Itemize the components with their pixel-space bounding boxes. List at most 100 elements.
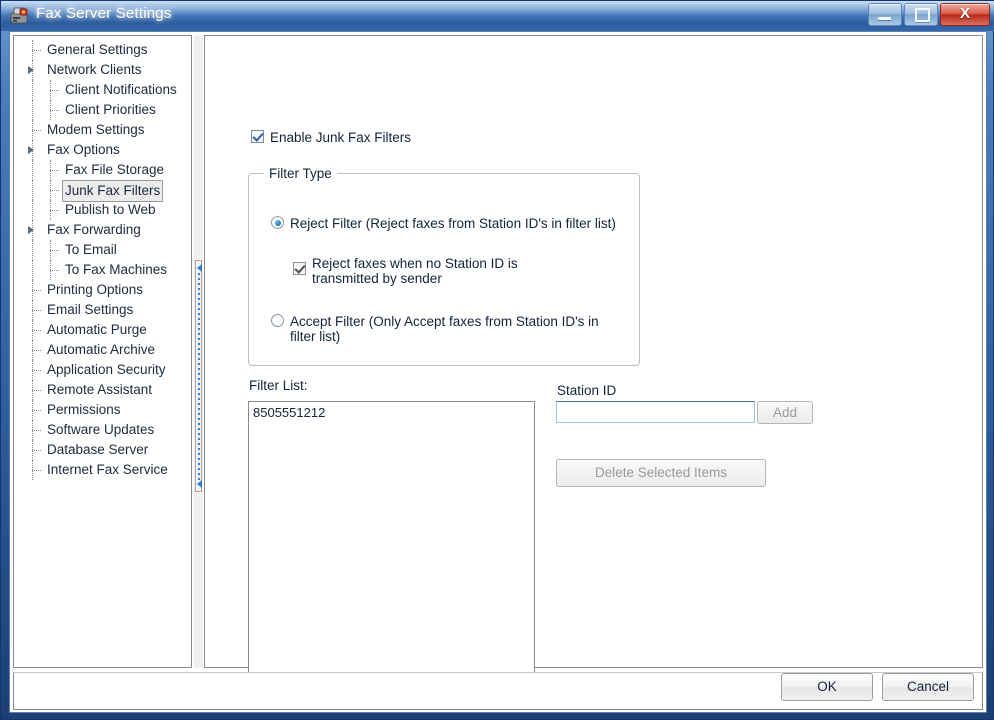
sidebar-item-label: Fax File Storage <box>65 162 165 177</box>
close-icon: X <box>959 5 970 22</box>
minimize-button[interactable] <box>868 3 902 26</box>
sidebar-item-label: Permissions <box>47 402 121 417</box>
tree-guide-line <box>32 240 33 260</box>
sidebar-item-to-fax-machines[interactable]: To Fax Machines <box>14 260 191 280</box>
client-area: General Settings Network Clients Client No… <box>9 31 987 713</box>
sidebar-item-label: Junk Fax Filters <box>62 180 164 202</box>
sidebar-item-label: Modem Settings <box>47 122 145 137</box>
tree-guide-line <box>32 100 33 120</box>
sidebar-item-client-priorities[interactable]: Client Priorities <box>14 100 191 120</box>
tree-connector-icon <box>32 330 41 331</box>
sidebar-item-modem-settings[interactable]: Modem Settings <box>14 120 191 140</box>
sidebar-splitter[interactable] <box>194 35 203 668</box>
expand-collapse-arrow-icon[interactable] <box>28 226 34 234</box>
filter-list-box[interactable]: 8505551212 <box>248 401 535 688</box>
splitter-grip-dots <box>198 273 200 481</box>
cancel-button[interactable]: Cancel <box>882 673 974 701</box>
list-item[interactable]: 8505551212 <box>249 402 534 420</box>
accept-filter-radio[interactable] <box>271 314 284 327</box>
filter-type-legend: Filter Type <box>264 166 337 181</box>
sidebar-item-label: Database Server <box>47 442 149 457</box>
sidebar-item-fax-file-storage[interactable]: Fax File Storage <box>14 160 191 180</box>
sidebar-item-client-notifications[interactable]: Client Notifications <box>14 80 191 100</box>
sidebar-item-software-updates[interactable]: Software Updates <box>14 420 191 440</box>
close-button[interactable]: X <box>940 3 990 26</box>
sidebar-item-label: Automatic Purge <box>47 322 147 337</box>
tree-guide-line <box>32 160 33 180</box>
sidebar-item-label: Client Notifications <box>65 82 177 97</box>
tree-connector-icon <box>32 310 41 311</box>
sidebar-item-label: Client Priorities <box>65 102 156 117</box>
sidebar-item-junk-fax-filters[interactable]: Junk Fax Filters <box>14 180 191 202</box>
sidebar-item-label: Network Clients <box>47 62 142 77</box>
tree-guide-line <box>32 200 33 220</box>
reject-filter-radio[interactable] <box>271 216 284 229</box>
ok-button[interactable]: OK <box>781 673 873 701</box>
tree-connector-icon <box>32 430 41 431</box>
sidebar-item-publish-to-web[interactable]: Publish to Web <box>14 200 191 220</box>
tree-connector-icon <box>32 370 41 371</box>
settings-tree[interactable]: General Settings Network Clients Client No… <box>13 35 192 668</box>
splitter-collapse-up-icon[interactable] <box>197 264 202 272</box>
sidebar-item-network-clients[interactable]: Network Clients <box>14 60 191 80</box>
sidebar-item-label: Email Settings <box>47 302 134 317</box>
sidebar-item-database-server[interactable]: Database Server <box>14 440 191 460</box>
tree-connector-icon <box>32 470 41 471</box>
tree-connector-icon <box>32 410 41 411</box>
sidebar-item-label: Publish to Web <box>65 202 156 217</box>
delete-selected-items-button[interactable]: Delete Selected Items <box>556 459 766 487</box>
station-id-input[interactable] <box>556 401 755 423</box>
sidebar-item-permissions[interactable]: Permissions <box>14 400 191 420</box>
tree-root: General Settings Network Clients Client No… <box>14 36 191 480</box>
sidebar-item-automatic-archive[interactable]: Automatic Archive <box>14 340 191 360</box>
sidebar-item-automatic-purge[interactable]: Automatic Purge <box>14 320 191 340</box>
tree-guide-line <box>32 180 33 200</box>
sidebar-item-application-security[interactable]: Application Security <box>14 360 191 380</box>
splitter-collapse-down-icon[interactable] <box>197 480 202 488</box>
enable-junk-fax-filters-checkbox[interactable] <box>251 130 264 143</box>
station-id-label: Station ID <box>557 383 617 398</box>
reject-no-station-id-row[interactable]: Reject faxes when no Station ID is trans… <box>293 256 523 286</box>
add-button[interactable]: Add <box>757 401 813 424</box>
sidebar-item-printing-options[interactable]: Printing Options <box>14 280 191 300</box>
tree-connector-icon <box>50 210 59 211</box>
title-bar[interactable]: Fax Server Settings X <box>1 1 994 31</box>
sidebar-item-to-email[interactable]: To Email <box>14 240 191 260</box>
sidebar-item-internet-fax-service[interactable]: Internet Fax Service <box>14 460 191 480</box>
window-title: Fax Server Settings <box>36 5 172 22</box>
sidebar-item-email-settings[interactable]: Email Settings <box>14 300 191 320</box>
enable-junk-fax-filters-row[interactable]: Enable Junk Fax Filters <box>251 130 411 145</box>
sidebar-item-label: To Fax Machines <box>65 262 168 277</box>
sidebar-item-label: Fax Forwarding <box>47 222 141 237</box>
sidebar-item-general-settings[interactable]: General Settings <box>14 40 191 60</box>
sidebar-item-label: To Email <box>65 242 117 257</box>
splitter-grip[interactable] <box>195 260 202 492</box>
reject-no-station-id-label: Reject faxes when no Station ID is trans… <box>312 256 518 286</box>
reject-filter-row[interactable]: Reject Filter (Reject faxes from Station… <box>271 216 621 231</box>
sidebar-item-label: Internet Fax Service <box>47 462 168 477</box>
tree-connector-icon <box>50 110 59 111</box>
tree-connector-icon <box>32 350 41 351</box>
tree-connector-icon <box>32 450 41 451</box>
tree-guide-line <box>32 260 33 280</box>
tree-connector-icon <box>50 90 59 91</box>
tree-connector-icon <box>50 170 59 171</box>
enable-junk-fax-filters-label: Enable Junk Fax Filters <box>270 130 412 145</box>
sidebar-item-fax-options[interactable]: Fax Options <box>14 140 191 160</box>
reject-no-station-id-checkbox[interactable] <box>293 262 306 275</box>
maximize-button[interactable] <box>904 3 938 26</box>
tree-connector-icon <box>50 270 59 271</box>
sidebar-item-label: Fax Options <box>47 142 120 157</box>
sidebar-item-label: Application Security <box>47 362 166 377</box>
tree-connector-icon <box>32 290 41 291</box>
expand-collapse-arrow-icon[interactable] <box>28 66 34 74</box>
filter-list-label: Filter List: <box>249 378 308 393</box>
tree-connector-icon <box>50 250 59 251</box>
sidebar-item-fax-forwarding[interactable]: Fax Forwarding <box>14 220 191 240</box>
sidebar-item-remote-assistant[interactable]: Remote Assistant <box>14 380 191 400</box>
window-controls: X <box>868 3 990 26</box>
expand-collapse-arrow-icon[interactable] <box>28 146 34 154</box>
sidebar-item-label: Software Updates <box>47 422 155 437</box>
accept-filter-row[interactable]: Accept Filter (Only Accept faxes from St… <box>271 314 601 344</box>
fax-server-settings-window: Fax Server Settings X General Settings Ne… <box>0 0 994 720</box>
